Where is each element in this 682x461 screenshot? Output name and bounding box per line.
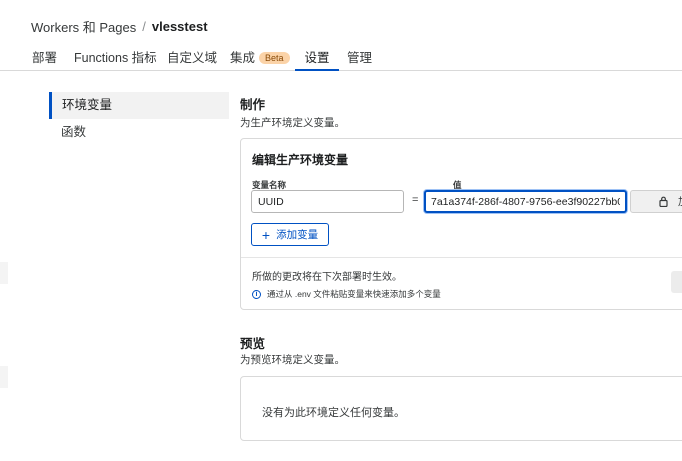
encrypt-label: 加 bbox=[678, 194, 682, 209]
production-env-card: 编辑生产环境变量 变量名称 值 = 加 + 添加变量 所做的更改将在下次部署时生… bbox=[240, 138, 682, 310]
breadcrumb-separator: / bbox=[142, 19, 146, 34]
breadcrumb-parent-link[interactable]: Workers 和 Pages bbox=[31, 17, 136, 36]
sidebar-item-env-vars[interactable]: 环境变量 bbox=[49, 92, 229, 119]
tab-label: 管理 bbox=[347, 51, 373, 65]
card-title: 编辑生产环境变量 bbox=[252, 153, 349, 167]
tab-manage[interactable]: 管理 bbox=[347, 47, 372, 71]
beta-badge: Beta bbox=[259, 52, 290, 64]
encrypt-button[interactable]: 加 bbox=[630, 190, 682, 213]
preview-description: 为预览环境定义变量。 bbox=[240, 354, 345, 366]
tab-functions-metrics[interactable]: Functions 指标 bbox=[74, 47, 157, 71]
card-divider bbox=[241, 257, 682, 258]
tab-label: 设置 bbox=[304, 51, 330, 65]
tab-label: 集成 bbox=[230, 51, 256, 65]
breadcrumb-current: vlesstest bbox=[151, 19, 208, 34]
save-button[interactable] bbox=[671, 271, 682, 293]
tab-custom-domains[interactable]: 自定义域 bbox=[167, 47, 217, 71]
preview-empty-message: 没有为此环境定义任何变量。 bbox=[262, 407, 405, 419]
sidebar-item-functions[interactable]: 函数 bbox=[49, 119, 229, 146]
tab-settings[interactable]: 设置 bbox=[295, 47, 339, 71]
env-file-tip: i 通过从 .env 文件粘贴变量来快速添加多个变量 bbox=[252, 288, 441, 300]
preview-title: 预览 bbox=[240, 337, 266, 351]
tab-bar: 部署 Functions 指标 自定义域 集成 Beta 设置 管理 bbox=[0, 40, 682, 71]
plus-icon: + bbox=[261, 226, 271, 243]
production-description: 为生产环境定义变量。 bbox=[240, 117, 345, 129]
variable-value-input[interactable] bbox=[424, 190, 627, 213]
edge-marker bbox=[0, 366, 8, 388]
breadcrumb: Workers 和 Pages / vlesstest bbox=[31, 17, 208, 36]
edge-marker bbox=[0, 262, 8, 284]
tab-integrations[interactable]: 集成 Beta bbox=[230, 47, 290, 71]
tab-label: 自定义域 bbox=[167, 51, 218, 65]
add-variable-button[interactable]: + 添加变量 bbox=[251, 223, 329, 246]
equals-sign: = bbox=[412, 194, 419, 206]
variable-name-input[interactable] bbox=[251, 190, 404, 213]
add-variable-label: 添加变量 bbox=[276, 229, 319, 241]
production-title: 制作 bbox=[240, 98, 266, 112]
deploy-note: 所做的更改将在下次部署时生效。 bbox=[252, 272, 402, 283]
tab-deployments[interactable]: 部署 bbox=[32, 47, 57, 71]
settings-sidebar: 环境变量 函数 bbox=[49, 92, 229, 146]
tab-label: Functions 指标 bbox=[74, 51, 157, 65]
lock-icon bbox=[659, 196, 668, 207]
tab-label: 部署 bbox=[32, 51, 58, 65]
info-icon: i bbox=[252, 289, 261, 299]
env-file-tip-text: 通过从 .env 文件粘贴变量来快速添加多个变量 bbox=[267, 289, 441, 299]
preview-env-card: 没有为此环境定义任何变量。 bbox=[240, 376, 682, 441]
